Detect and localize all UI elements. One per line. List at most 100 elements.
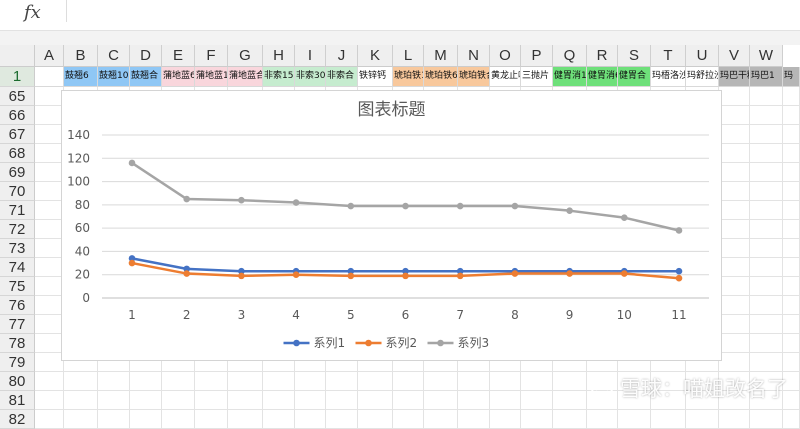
- header-cell[interactable]: 玛舒拉沙: [686, 67, 719, 87]
- grid-cell[interactable]: [719, 201, 750, 220]
- row-header-1[interactable]: 1: [0, 67, 35, 87]
- grid-cell[interactable]: [35, 201, 64, 220]
- grid-cell[interactable]: [35, 296, 64, 315]
- col-header-S[interactable]: S: [618, 45, 651, 67]
- grid-cell[interactable]: [783, 87, 800, 106]
- grid-cell[interactable]: [783, 106, 800, 125]
- grid-cell[interactable]: [424, 391, 458, 410]
- grid-cell[interactable]: [130, 391, 162, 410]
- header-cell[interactable]: 蒲地蓝12: [195, 67, 228, 87]
- col-header-O[interactable]: O: [490, 45, 521, 67]
- header-cell[interactable]: 蒲地蓝6: [162, 67, 195, 87]
- grid-cell[interactable]: [750, 239, 783, 258]
- grid-cell[interactable]: [326, 372, 358, 391]
- grid-cell[interactable]: [521, 391, 553, 410]
- grid-cell[interactable]: [750, 163, 783, 182]
- col-header-Q[interactable]: Q: [553, 45, 587, 67]
- grid-cell[interactable]: [719, 353, 750, 372]
- fx-icon[interactable]: fx: [24, 2, 41, 23]
- grid-cell[interactable]: [783, 163, 800, 182]
- row-header-77[interactable]: 77: [0, 315, 35, 334]
- grid-cell[interactable]: [424, 372, 458, 391]
- grid-cell[interactable]: [35, 106, 64, 125]
- grid-cell[interactable]: [750, 220, 783, 239]
- col-header-F[interactable]: F: [195, 45, 228, 67]
- header-cell[interactable]: 健胃消6: [587, 67, 618, 87]
- col-header-C[interactable]: C: [98, 45, 130, 67]
- grid-cell[interactable]: [783, 315, 800, 334]
- grid-cell[interactable]: [783, 296, 800, 315]
- grid-cell[interactable]: [64, 391, 98, 410]
- header-cell[interactable]: 健胃消12: [553, 67, 587, 87]
- grid-cell[interactable]: [783, 277, 800, 296]
- grid-cell[interactable]: [35, 353, 64, 372]
- grid-cell[interactable]: [458, 372, 490, 391]
- header-cell[interactable]: 鼓翘6: [64, 67, 98, 87]
- grid-cell[interactable]: [295, 372, 326, 391]
- header-cell[interactable]: 琥珀铁10: [393, 67, 424, 87]
- col-header-R[interactable]: R: [587, 45, 618, 67]
- grid-cell[interactable]: [195, 391, 228, 410]
- col-header-G[interactable]: G: [228, 45, 263, 67]
- grid-cell[interactable]: [35, 87, 64, 106]
- grid-cell[interactable]: [35, 258, 64, 277]
- grid-cell[interactable]: [130, 372, 162, 391]
- header-cell[interactable]: 非索合: [326, 67, 358, 87]
- header-cell[interactable]: 健胃合: [618, 67, 651, 87]
- grid-cell[interactable]: [750, 125, 783, 144]
- col-header-D[interactable]: D: [130, 45, 162, 67]
- row-header-81[interactable]: 81: [0, 391, 35, 410]
- col-header-M[interactable]: M: [424, 45, 458, 67]
- select-all-corner[interactable]: [0, 45, 35, 67]
- col-header-T[interactable]: T: [651, 45, 686, 67]
- grid-cell[interactable]: [750, 277, 783, 296]
- header-cell[interactable]: 玛巴干糖: [719, 67, 750, 87]
- grid-cell[interactable]: [35, 391, 64, 410]
- col-header-V[interactable]: V: [719, 45, 750, 67]
- col-header-N[interactable]: N: [458, 45, 490, 67]
- header-cell[interactable]: 玛巴1: [750, 67, 783, 87]
- grid-cell[interactable]: [393, 391, 424, 410]
- header-cell[interactable]: 玛: [783, 67, 800, 87]
- formula-bar[interactable]: fx: [0, 0, 800, 31]
- header-cell[interactable]: 琥珀铁6: [424, 67, 458, 87]
- grid-cell[interactable]: [35, 334, 64, 353]
- header-cell[interactable]: 琥珀铁合: [458, 67, 490, 87]
- header-cell[interactable]: 鼓翘合: [130, 67, 162, 87]
- header-cell[interactable]: 非索30: [295, 67, 326, 87]
- row-header-71[interactable]: 71: [0, 201, 35, 220]
- grid-cell[interactable]: [295, 391, 326, 410]
- grid-cell[interactable]: [750, 144, 783, 163]
- grid-cell[interactable]: [35, 125, 64, 144]
- grid-cell[interactable]: [35, 372, 64, 391]
- grid-cell[interactable]: [783, 125, 800, 144]
- col-header-B[interactable]: B: [64, 45, 98, 67]
- grid-cell[interactable]: [783, 144, 800, 163]
- grid-cell[interactable]: [35, 239, 64, 258]
- row-header-72[interactable]: 72: [0, 220, 35, 239]
- col-header-E[interactable]: E: [162, 45, 195, 67]
- row-header-74[interactable]: 74: [0, 258, 35, 277]
- row-header-65[interactable]: 65: [0, 87, 35, 106]
- grid-cell[interactable]: [326, 391, 358, 410]
- grid-cell[interactable]: [393, 372, 424, 391]
- col-header-K[interactable]: K: [358, 45, 393, 67]
- grid-cell[interactable]: [750, 106, 783, 125]
- grid-cell[interactable]: [750, 334, 783, 353]
- row-header-69[interactable]: 69: [0, 163, 35, 182]
- row-header-73[interactable]: 73: [0, 239, 35, 258]
- row-header-67[interactable]: 67: [0, 125, 35, 144]
- grid-cell[interactable]: [162, 391, 195, 410]
- grid-cell[interactable]: [719, 277, 750, 296]
- grid-cell[interactable]: [719, 220, 750, 239]
- col-header-U[interactable]: U: [686, 45, 719, 67]
- grid-cell[interactable]: [783, 258, 800, 277]
- grid-cell[interactable]: [35, 163, 64, 182]
- grid-cell[interactable]: [35, 277, 64, 296]
- grid-cell[interactable]: [553, 372, 587, 391]
- grid-cell[interactable]: [750, 182, 783, 201]
- grid-cell[interactable]: [719, 315, 750, 334]
- header-cell[interactable]: [35, 67, 64, 87]
- grid-cell[interactable]: [263, 391, 295, 410]
- col-header-L[interactable]: L: [393, 45, 424, 67]
